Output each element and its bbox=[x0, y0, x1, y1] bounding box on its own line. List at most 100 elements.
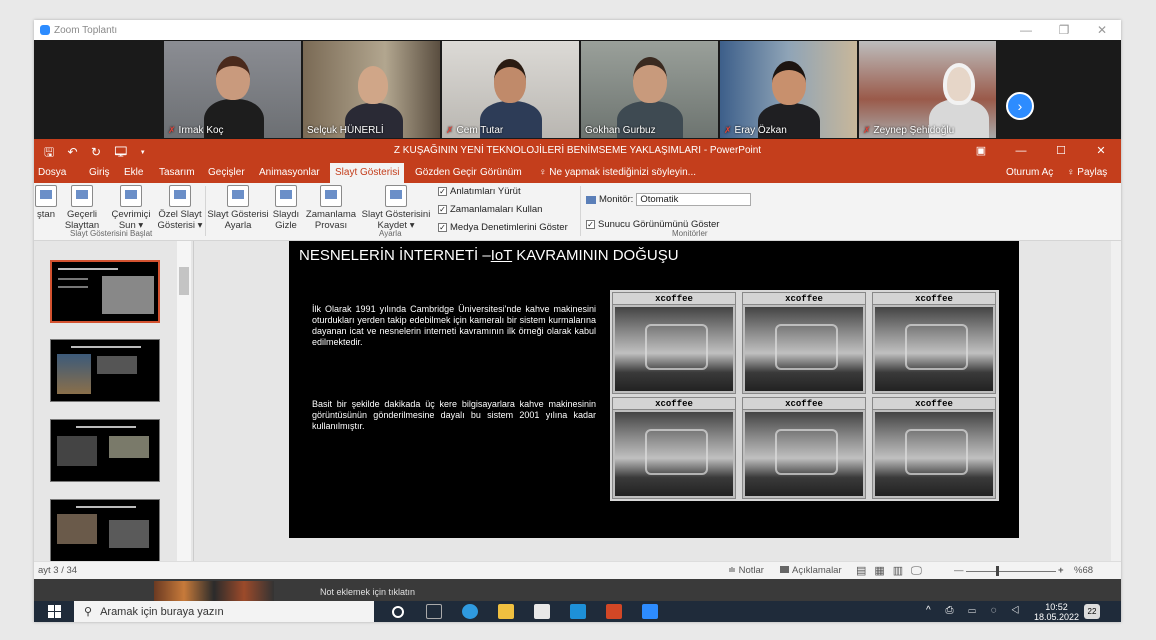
windows-taskbar: ⚲ Aramak için buraya yazın ^ ⎙ ▭ ◌ ◁ 10:5… bbox=[34, 601, 1121, 622]
custom-slideshow-button[interactable]: Özel Slayt Gösterisi ▾ bbox=[156, 185, 204, 231]
zoom-logo-icon bbox=[40, 25, 50, 35]
ribbon-tabs: Dosya Giriş Ekle Tasarım Geçişler Animas… bbox=[34, 163, 1121, 183]
ppt-minimize-button[interactable]: — bbox=[1001, 139, 1041, 163]
camera-frame: xcoffee bbox=[742, 292, 866, 394]
tab-animations[interactable]: Animasyonlar bbox=[259, 163, 320, 183]
group-label: Monitörler bbox=[672, 229, 708, 238]
camera-frame: xcoffee bbox=[872, 397, 996, 499]
close-button[interactable]: ✕ bbox=[1083, 20, 1121, 40]
zoom-app-icon[interactable] bbox=[642, 604, 658, 619]
participant-tile[interactable]: ✗ Irmak Koç bbox=[164, 41, 301, 138]
setup-slideshow-button[interactable]: Slayt Gösterisi Ayarla bbox=[206, 185, 270, 231]
play-narrations-checkbox[interactable]: ✓ Anlatımları Yürüt bbox=[438, 186, 521, 197]
participant-name: Zeynep Şehidoğlu bbox=[873, 125, 955, 136]
tab-home[interactable]: Giriş bbox=[89, 163, 110, 183]
present-online-button[interactable]: Çevrimiçi Sun ▾ bbox=[106, 185, 156, 231]
zoom-slider-thumb[interactable] bbox=[996, 566, 999, 576]
file-explorer-icon[interactable] bbox=[498, 604, 514, 619]
notes-placeholder[interactable]: Not eklemek için tıklatın bbox=[320, 587, 415, 597]
coffee-pot-image bbox=[745, 307, 863, 391]
tab-file[interactable]: Dosya bbox=[38, 163, 66, 183]
participant-tile-active-speaker[interactable]: Gokhan Gurbuz bbox=[581, 41, 718, 138]
ribbon-display-button[interactable]: ▣ bbox=[961, 139, 1001, 163]
camera-frame: xcoffee bbox=[872, 292, 996, 394]
comments-button[interactable]: Açıklamalar bbox=[780, 562, 842, 580]
use-timings-checkbox[interactable]: ✓ Zamanlamaları Kullan bbox=[438, 204, 542, 215]
from-current-button[interactable]: Geçerli Slayttan bbox=[60, 185, 104, 231]
tab-design[interactable]: Tasarım bbox=[159, 163, 195, 183]
share-button[interactable]: ♀ Paylaş bbox=[1067, 163, 1107, 183]
record-slideshow-button[interactable]: Slayt Gösterisini Kaydet ▾ bbox=[358, 185, 434, 231]
coffee-pot-image bbox=[615, 307, 733, 391]
camera-frame: xcoffee bbox=[612, 292, 736, 394]
check-icon: ✓ bbox=[438, 205, 447, 214]
participant-name: Irmak Koç bbox=[178, 125, 224, 136]
thumbnail-scrollbar[interactable] bbox=[177, 241, 191, 561]
minimize-button[interactable]: — bbox=[1007, 20, 1045, 40]
zoom-out-button[interactable]: — bbox=[954, 562, 964, 580]
monitor-selector: Monitör: Otomatik bbox=[586, 193, 752, 206]
canvas-scrollbar[interactable] bbox=[1111, 241, 1121, 561]
restore-button[interactable]: ❐ bbox=[1045, 20, 1083, 40]
sign-in-link[interactable]: Oturum Aç bbox=[1006, 163, 1053, 183]
next-page-button[interactable]: › bbox=[1006, 92, 1034, 120]
slide-thumbnail[interactable] bbox=[50, 260, 160, 323]
check-icon: ✓ bbox=[438, 187, 447, 196]
tab-transitions[interactable]: Geçişler bbox=[208, 163, 245, 183]
zoom-slider[interactable] bbox=[966, 571, 1056, 572]
tab-slideshow[interactable]: Slayt Gösterisi bbox=[330, 163, 405, 183]
edge-icon[interactable] bbox=[462, 604, 478, 619]
zoom-window-controls: — ❐ ✕ bbox=[1007, 20, 1121, 40]
ppt-titlebar: 🖫 ↶ ↻ 🖵 ▾ Z KUŞAĞININ YENİ TEKNOLOJİLERİ… bbox=[34, 139, 1121, 163]
rehearse-timings-button[interactable]: Zamanlama Provası bbox=[304, 185, 358, 231]
participant-tile[interactable]: ✗ Eray Özkan bbox=[720, 41, 857, 138]
participant-tile[interactable]: ✗ Zeynep Şehidoğlu bbox=[859, 41, 996, 138]
zoom-in-button[interactable]: + bbox=[1058, 562, 1064, 580]
hide-slide-button[interactable]: Slaydı Gizle bbox=[270, 185, 302, 231]
current-slide[interactable]: NESNELERİN İNTERNETİ –IoT KAVRAMININ DOĞ… bbox=[289, 241, 1019, 538]
windows-start-icon[interactable] bbox=[48, 605, 61, 618]
notifications-badge[interactable]: 22 bbox=[1084, 604, 1100, 619]
task-view-icon[interactable] bbox=[426, 604, 442, 619]
show-media-controls-checkbox[interactable]: ✓ Medya Denetimlerini Göster bbox=[438, 222, 568, 233]
tell-me-search[interactable]: ♀ Ne yapmak istediğinizi söyleyin... bbox=[539, 163, 696, 183]
thumbnail-strip bbox=[154, 581, 274, 601]
participant-name: Selçuk HÜNERLİ bbox=[307, 125, 384, 136]
ppt-close-button[interactable]: ✕ bbox=[1081, 139, 1121, 163]
tab-view[interactable]: Görünüm bbox=[480, 163, 522, 183]
system-tray[interactable]: ^ ⎙ ▭ ◌ ◁ bbox=[926, 605, 1025, 616]
coffee-pot-image bbox=[745, 412, 863, 496]
taskbar-search[interactable]: ⚲ Aramak için buraya yazın bbox=[74, 601, 374, 622]
mail-icon[interactable] bbox=[570, 604, 586, 619]
view-buttons[interactable]: ▤▦▥🖵 bbox=[856, 562, 930, 580]
store-icon[interactable] bbox=[534, 604, 550, 619]
chevron-right-icon: › bbox=[1017, 98, 1023, 114]
participant-tile[interactable]: ✗ Cem Tutar bbox=[442, 41, 579, 138]
check-icon: ✓ bbox=[438, 223, 447, 232]
group-label: Slayt Gösterisini Başlat bbox=[70, 229, 153, 238]
slideshow-icon bbox=[71, 185, 93, 207]
monitor-icon bbox=[586, 195, 596, 204]
ppt-maximize-button[interactable]: ☐ bbox=[1041, 139, 1081, 163]
notes-button[interactable]: ≐ Notlar bbox=[728, 562, 764, 580]
camera-frame: xcoffee bbox=[612, 397, 736, 499]
slide-thumbnail[interactable] bbox=[50, 419, 160, 482]
tab-insert[interactable]: Ekle bbox=[124, 163, 143, 183]
cortana-icon[interactable] bbox=[392, 606, 404, 618]
check-icon: ✓ bbox=[586, 220, 595, 229]
setup-icon bbox=[227, 185, 249, 207]
powerpoint-icon[interactable] bbox=[606, 604, 622, 619]
slide-thumbnail[interactable] bbox=[50, 499, 160, 562]
participant-name: Cem Tutar bbox=[456, 125, 504, 136]
muted-mic-icon: ✗ bbox=[863, 125, 871, 135]
from-beginning-button[interactable]: ştan bbox=[34, 185, 58, 220]
monitor-dropdown[interactable]: Otomatik bbox=[636, 193, 752, 206]
zoom-level[interactable]: %68 bbox=[1074, 562, 1093, 580]
comment-icon bbox=[780, 566, 789, 573]
slide-title: NESNELERİN İNTERNETİ –IoT KAVRAMININ DOĞ… bbox=[299, 247, 679, 264]
slide-thumbnail[interactable] bbox=[50, 339, 160, 402]
participant-tile[interactable]: Selçuk HÜNERLİ bbox=[303, 41, 440, 138]
record-icon bbox=[385, 185, 407, 207]
clock[interactable]: 10:52 18.05.2022 bbox=[1034, 602, 1079, 622]
tab-review[interactable]: Gözden Geçir bbox=[415, 163, 477, 183]
